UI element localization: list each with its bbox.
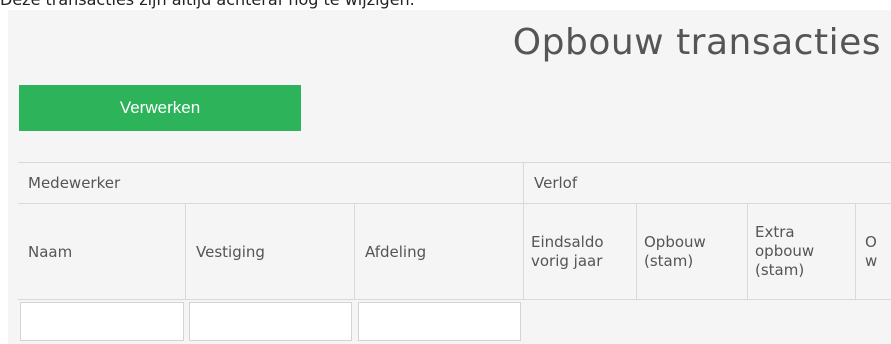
page-title: Opbouw transacties <box>512 22 881 63</box>
group-header-verlof: Verlof <box>524 162 891 204</box>
filter-vestiging-input[interactable] <box>189 302 352 341</box>
column-header-extra-opbouw-stam[interactable]: Extra opbouw (stam) <box>748 204 856 300</box>
transactions-table: Medewerker Verlof Naam Vestiging Afdelin… <box>18 162 891 344</box>
column-header-vestiging[interactable]: Vestiging <box>186 204 355 300</box>
content-panel: Opbouw transacties Verwerken Medewerker … <box>8 10 891 344</box>
column-header-afdeling[interactable]: Afdeling <box>355 204 524 300</box>
column-header-opbouw-stam[interactable]: Opbouw (stam) <box>637 204 748 300</box>
filter-naam-input[interactable] <box>20 302 184 341</box>
filter-afdeling-input[interactable] <box>358 302 521 341</box>
column-header-naam[interactable]: Naam <box>18 204 186 300</box>
column-header-eindsaldo-vorig-jaar[interactable]: Eindsaldo vorig jaar <box>524 204 637 300</box>
column-header-truncated[interactable]: O w <box>856 204 891 300</box>
group-header-medewerker: Medewerker <box>18 162 524 204</box>
process-button[interactable]: Verwerken <box>19 85 301 131</box>
